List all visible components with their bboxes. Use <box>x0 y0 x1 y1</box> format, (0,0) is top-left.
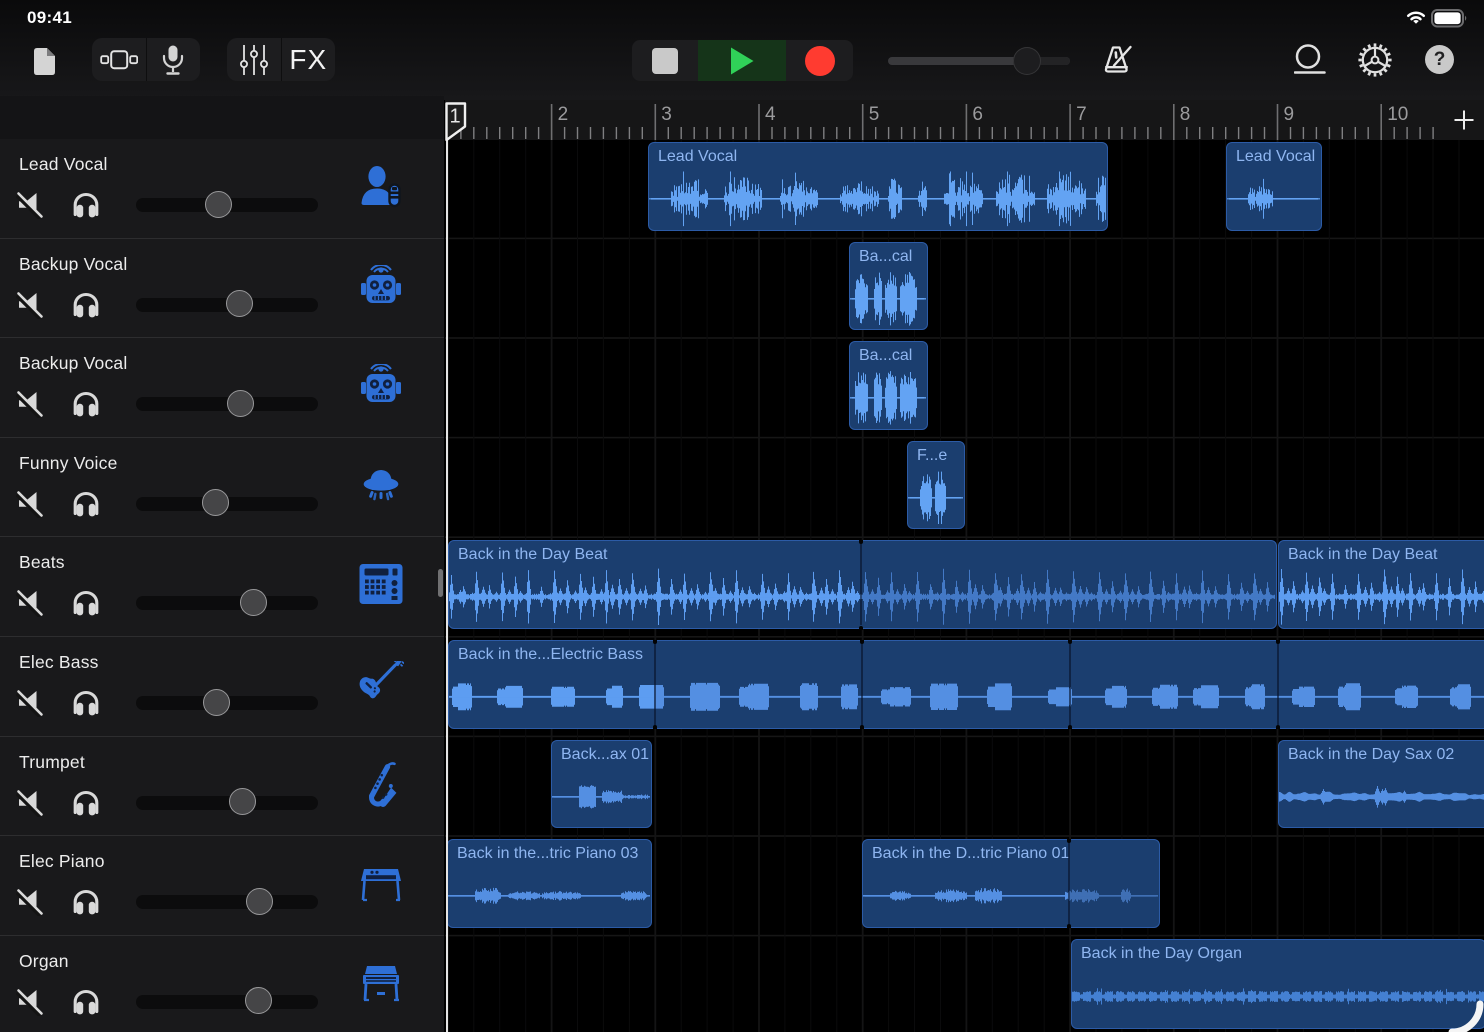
svg-text:1: 1 <box>450 106 461 128</box>
svg-text:3: 3 <box>661 104 672 125</box>
svg-text:10: 10 <box>1387 104 1408 125</box>
svg-text:9: 9 <box>1284 104 1295 125</box>
svg-text:6: 6 <box>972 104 983 125</box>
svg-text:2: 2 <box>558 104 569 125</box>
svg-text:8: 8 <box>1180 104 1191 125</box>
svg-text:7: 7 <box>1076 104 1087 125</box>
svg-text:5: 5 <box>869 104 880 125</box>
svg-text:4: 4 <box>765 104 776 125</box>
